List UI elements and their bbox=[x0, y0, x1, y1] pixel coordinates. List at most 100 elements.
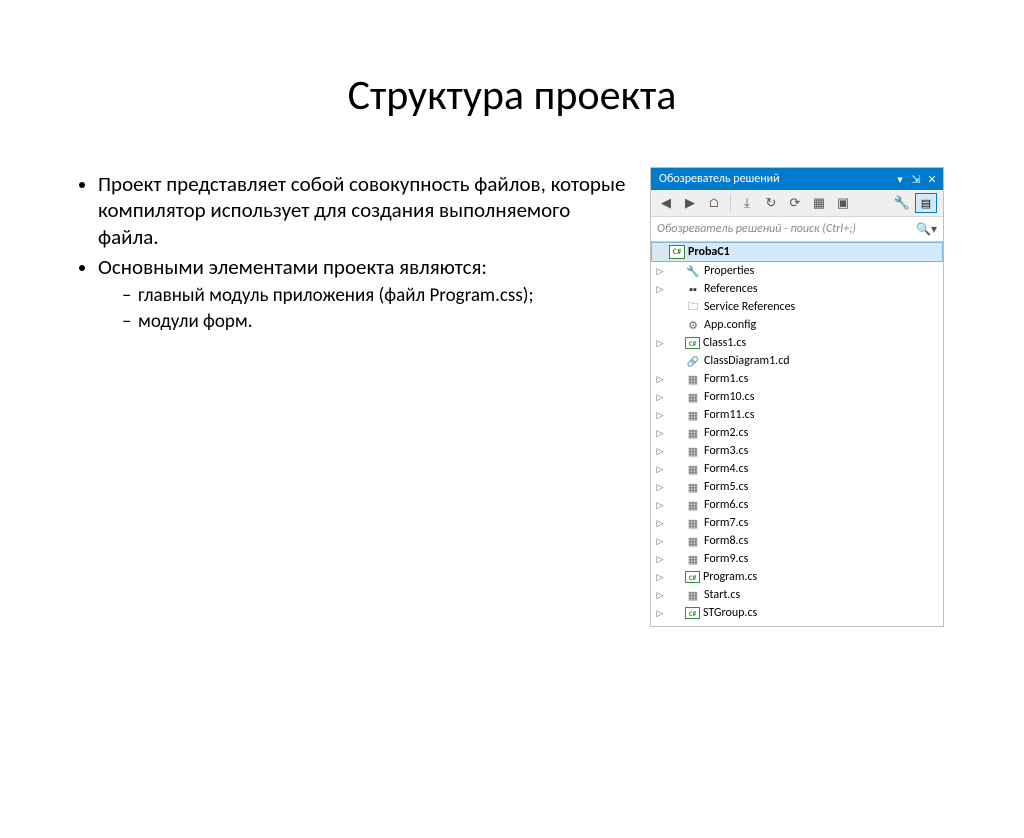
tree-label: Form10.cs bbox=[704, 390, 754, 404]
tree-label: Form11.cs bbox=[704, 408, 754, 422]
tree-label: Properties bbox=[704, 264, 754, 278]
references-icon: ▪▪ bbox=[685, 282, 701, 296]
tree-label: Form7.cs bbox=[704, 516, 748, 530]
search-icon[interactable]: 🔍▾ bbox=[916, 222, 937, 237]
form-icon: ▦ bbox=[685, 444, 701, 458]
sync-icon[interactable]: ⟳ bbox=[786, 194, 804, 212]
chevron-right-icon[interactable]: ▷ bbox=[655, 284, 665, 295]
search-placeholder: Обозреватель решений - поиск (Ctrl+;) bbox=[657, 222, 856, 236]
wrench-icon: 🔧 bbox=[685, 264, 701, 278]
cs-file-icon: C# bbox=[685, 607, 700, 619]
tree-item-form6[interactable]: ▷ ▦ Form6.cs bbox=[651, 496, 943, 514]
tree-item-program[interactable]: ▷ C# Program.cs bbox=[651, 568, 943, 586]
tree-item-form9[interactable]: ▷ ▦ Form9.cs bbox=[651, 550, 943, 568]
panel-titlebar[interactable]: Обозреватель решений ▾ ⇲ ✕ bbox=[651, 168, 943, 190]
properties-icon[interactable]: 🔧 bbox=[893, 194, 911, 212]
pin-icon[interactable]: ⇲ bbox=[909, 172, 923, 186]
tree-label: Service References bbox=[704, 300, 795, 314]
tree-item-form2[interactable]: ▷ ▦ Form2.cs bbox=[651, 424, 943, 442]
chevron-right-icon[interactable]: ▷ bbox=[655, 518, 665, 529]
tree-item-stgroup[interactable]: ▷ C# STGroup.cs bbox=[651, 604, 943, 622]
tree-item-form11[interactable]: ▷ ▦ Form11.cs bbox=[651, 406, 943, 424]
bullet-1: Проект представляет собой совокупность ф… bbox=[98, 171, 632, 250]
search-input[interactable]: Обозреватель решений - поиск (Ctrl+;) 🔍▾ bbox=[651, 217, 943, 242]
chevron-right-icon[interactable]: ▷ bbox=[655, 482, 665, 493]
folder-icon: 🗀 bbox=[685, 300, 701, 314]
sub-bullet-1: главный модуль приложения (файл Program.… bbox=[122, 284, 632, 308]
form-icon: ▦ bbox=[685, 498, 701, 512]
refresh-icon[interactable]: ↻ bbox=[762, 194, 780, 212]
cs-file-icon: C# bbox=[685, 337, 700, 349]
tree-item-properties[interactable]: ▷ 🔧 Properties bbox=[651, 262, 943, 280]
chevron-right-icon[interactable]: ▷ bbox=[655, 464, 665, 475]
chevron-right-icon[interactable]: ▷ bbox=[655, 554, 665, 565]
close-icon[interactable]: ✕ bbox=[925, 172, 939, 186]
form-icon: ▦ bbox=[685, 426, 701, 440]
diagram-icon: 🔗 bbox=[685, 354, 701, 368]
showall-icon[interactable]: ▦ bbox=[810, 194, 828, 212]
tree-item-form7[interactable]: ▷ ▦ Form7.cs bbox=[651, 514, 943, 532]
form-icon: ▦ bbox=[685, 390, 701, 404]
slide-text: Проект представляет собой совокупность ф… bbox=[68, 171, 632, 338]
tree-item-service-references[interactable]: 🗀 Service References bbox=[651, 298, 943, 316]
panel-toolbar: ◀ ▶ ⌂ ⤓ ↻ ⟳ ▦ ▣ 🔧 ▤ bbox=[651, 190, 943, 217]
tree-item-classdiagram[interactable]: 🔗 ClassDiagram1.cd bbox=[651, 352, 943, 370]
chevron-right-icon[interactable]: ▷ bbox=[655, 392, 665, 403]
chevron-right-icon[interactable]: ▷ bbox=[655, 266, 665, 277]
preview-icon[interactable]: ▣ bbox=[834, 194, 852, 212]
tree-label: Form2.cs bbox=[704, 426, 748, 440]
form-icon: ▦ bbox=[685, 462, 701, 476]
form-icon: ▦ bbox=[685, 480, 701, 494]
chevron-right-icon[interactable]: ▷ bbox=[655, 536, 665, 547]
config-icon: ⚙ bbox=[685, 318, 701, 332]
dropdown-icon[interactable]: ▾ bbox=[893, 172, 907, 186]
tree-item-references[interactable]: ▷ ▪▪ References bbox=[651, 280, 943, 298]
tree-item-form10[interactable]: ▷ ▦ Form10.cs bbox=[651, 388, 943, 406]
csproj-icon: C# bbox=[669, 245, 685, 259]
forward-icon[interactable]: ▶ bbox=[681, 194, 699, 212]
bullet-2-text: Основными элементами проекта являются: bbox=[98, 254, 487, 280]
back-icon[interactable]: ◀ bbox=[657, 194, 675, 212]
tree-item-start[interactable]: ▷ ▦ Start.cs bbox=[651, 586, 943, 604]
tree-project-root[interactable]: C# ProbaC1 bbox=[651, 242, 943, 262]
chevron-right-icon[interactable]: ▷ bbox=[655, 608, 665, 619]
tree-item-form3[interactable]: ▷ ▦ Form3.cs bbox=[651, 442, 943, 460]
tree-item-class1[interactable]: ▷ C# Class1.cs bbox=[651, 334, 943, 352]
form-icon: ▦ bbox=[685, 588, 701, 602]
tree-label: Form9.cs bbox=[704, 552, 748, 566]
tree-item-form1[interactable]: ▷ ▦ Form1.cs bbox=[651, 370, 943, 388]
bullet-2: Основными элементами проекта являются: г… bbox=[98, 254, 632, 334]
form-icon: ▦ bbox=[685, 534, 701, 548]
tree-label: ClassDiagram1.cd bbox=[704, 354, 790, 368]
tree-label: App.config bbox=[704, 318, 756, 332]
chevron-right-icon[interactable]: ▷ bbox=[655, 374, 665, 385]
tree-label: References bbox=[704, 282, 758, 296]
collapse-icon[interactable]: ⤓ bbox=[738, 194, 756, 212]
chevron-right-icon[interactable]: ▷ bbox=[655, 446, 665, 457]
form-icon: ▦ bbox=[685, 552, 701, 566]
project-name: ProbaC1 bbox=[688, 245, 730, 259]
view-code-icon[interactable]: ▤ bbox=[915, 193, 937, 213]
chevron-right-icon[interactable]: ▷ bbox=[655, 590, 665, 601]
tree-label: Form3.cs bbox=[704, 444, 748, 458]
tree-label: Program.cs bbox=[703, 570, 757, 584]
toolbar-separator bbox=[730, 194, 731, 212]
tree-label: Form1.cs bbox=[704, 372, 748, 386]
home-icon[interactable]: ⌂ bbox=[705, 194, 723, 212]
sub-bullet-2: модули форм. bbox=[122, 310, 632, 334]
tree-item-form8[interactable]: ▷ ▦ Form8.cs bbox=[651, 532, 943, 550]
tree-item-appconfig[interactable]: ⚙ App.config bbox=[651, 316, 943, 334]
chevron-right-icon[interactable]: ▷ bbox=[655, 500, 665, 511]
tree-label: Form8.cs bbox=[704, 534, 748, 548]
form-icon: ▦ bbox=[685, 408, 701, 422]
chevron-right-icon[interactable]: ▷ bbox=[655, 428, 665, 439]
tree-item-form5[interactable]: ▷ ▦ Form5.cs bbox=[651, 478, 943, 496]
tree-label: Class1.cs bbox=[703, 336, 746, 350]
tree-item-form4[interactable]: ▷ ▦ Form4.cs bbox=[651, 460, 943, 478]
chevron-right-icon[interactable]: ▷ bbox=[655, 410, 665, 421]
chevron-right-icon[interactable]: ▷ bbox=[655, 572, 665, 583]
chevron-right-icon[interactable]: ▷ bbox=[655, 338, 665, 349]
tree-label: Form6.cs bbox=[704, 498, 748, 512]
page-title: Структура проекта bbox=[0, 70, 1024, 121]
cs-file-icon: C# bbox=[685, 571, 700, 583]
